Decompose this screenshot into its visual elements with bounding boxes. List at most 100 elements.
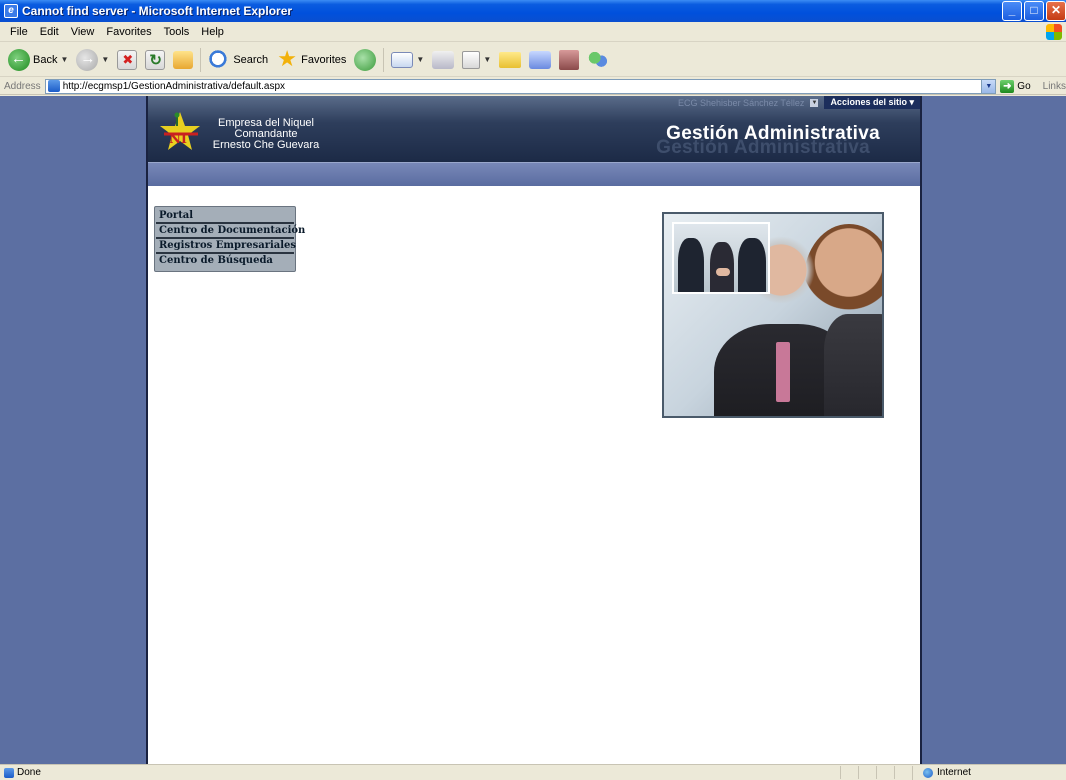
star-logo-icon: NI	[160, 112, 200, 150]
site-title: Gestión Administrativa	[666, 123, 880, 144]
logo-line3: Ernesto Che Guevara	[212, 139, 320, 151]
window-title-bar[interactable]: e Cannot find server - Microsoft Interne…	[0, 0, 1066, 22]
user-dropdown-icon[interactable]: ▼	[810, 98, 819, 107]
site-header: ECG Shehisber Sánchez Téllez ▼ Acciones …	[148, 96, 920, 162]
nav-item-portal[interactable]: Portal	[156, 209, 294, 224]
go-label: Go	[1017, 80, 1031, 92]
inset-person-left	[678, 238, 704, 292]
status-panel	[840, 766, 858, 779]
edit-icon	[462, 50, 481, 69]
home-button[interactable]	[169, 49, 197, 71]
media-button[interactable]	[350, 47, 380, 73]
menu-bar: File Edit View Favorites Tools Help	[0, 22, 1066, 42]
security-zone[interactable]: Internet	[912, 765, 1022, 780]
browser-viewport: ECG Shehisber Sánchez Téllez ▼ Acciones …	[0, 96, 1066, 764]
favorites-star-icon: ★	[277, 45, 298, 71]
menu-tools[interactable]: Tools	[158, 24, 196, 40]
top-nav-band	[148, 162, 920, 186]
menu-edit[interactable]: Edit	[34, 24, 65, 40]
menu-help[interactable]: Help	[195, 24, 230, 40]
edit-button[interactable]: ▼	[458, 49, 495, 71]
back-label: Back	[33, 53, 58, 66]
web-page: ECG Shehisber Sánchez Téllez ▼ Acciones …	[146, 96, 922, 764]
nav-item-centro-documentacion[interactable]: Centro de Documentación	[156, 224, 305, 239]
status-panel	[894, 766, 912, 779]
company-logo: NI Empresa del Niquel Comandante Ernesto…	[154, 108, 319, 154]
go-button[interactable]: ➜ Go	[1000, 79, 1031, 93]
favorites-label: Favorites	[301, 53, 347, 66]
address-dropdown-icon[interactable]: ▼	[981, 79, 996, 93]
messenger-icon	[529, 50, 552, 69]
forward-button[interactable]: ▼	[72, 47, 113, 73]
menu-favorites[interactable]: Favorites	[100, 24, 157, 40]
menu-view[interactable]: View	[65, 24, 101, 40]
mail-button[interactable]: ▼	[387, 50, 428, 70]
contacts-people-icon	[587, 48, 610, 71]
print-icon	[432, 50, 455, 69]
search-label: Search	[233, 53, 269, 66]
close-button[interactable]: ✕	[1046, 1, 1066, 21]
status-panel	[876, 766, 894, 779]
window-controls: _ □ ✕	[1002, 1, 1066, 21]
address-input[interactable]: http://ecgmsp1/GestionAdministrativa/def…	[44, 78, 997, 94]
toolbar-separator	[383, 47, 385, 72]
toolbar-separator	[200, 47, 202, 72]
nav-item-registros-empresariales[interactable]: Registros Empresariales	[156, 239, 296, 254]
nav-item-centro-busqueda[interactable]: Centro de Búsqueda	[156, 254, 294, 269]
links-button[interactable]: Links	[1043, 81, 1066, 92]
user-strip: ECG Shehisber Sánchez Téllez ▼ Acciones …	[678, 96, 920, 109]
media-icon	[354, 48, 377, 71]
contacts-button[interactable]	[583, 47, 613, 73]
research-button[interactable]	[555, 48, 583, 72]
print-button[interactable]	[428, 49, 458, 71]
go-arrow-icon: ➜	[1000, 79, 1015, 93]
maximize-button[interactable]: □	[1024, 1, 1044, 21]
site-actions-label: Acciones del sitio	[830, 97, 907, 107]
windows-logo-icon	[1046, 24, 1062, 40]
stop-button[interactable]	[113, 48, 141, 72]
address-bar: Address http://ecgmsp1/GestionAdministra…	[0, 78, 1066, 95]
toolbar: Back ▼ ▼ Search ★ Favorites ▼ ▼	[0, 43, 1066, 77]
internet-globe-icon	[923, 767, 933, 778]
address-url: http://ecgmsp1/GestionAdministrativa/def…	[62, 80, 286, 92]
photo-suit-right	[824, 314, 882, 416]
svg-text:NI: NI	[169, 132, 187, 147]
minimize-button[interactable]: _	[1002, 1, 1022, 21]
forward-arrow-icon	[76, 48, 99, 71]
research-book-icon	[559, 49, 580, 70]
status-bar: Done Internet	[0, 764, 1066, 780]
zone-label: Internet	[937, 767, 971, 778]
forward-dropdown-icon[interactable]: ▼	[101, 55, 109, 64]
status-panel	[858, 766, 876, 779]
window-title: Cannot find server - Microsoft Internet …	[22, 4, 293, 18]
back-button[interactable]: Back ▼	[4, 47, 72, 73]
done-page-icon	[4, 767, 14, 778]
mail-dropdown-icon[interactable]: ▼	[416, 55, 424, 64]
refresh-icon	[145, 49, 166, 70]
edit-dropdown-icon[interactable]: ▼	[483, 55, 491, 64]
status-text: Done	[17, 767, 41, 778]
stop-icon	[117, 49, 138, 70]
back-arrow-icon	[8, 48, 30, 71]
folder-button[interactable]	[495, 50, 525, 70]
favorites-button[interactable]: ★ Favorites	[272, 47, 350, 73]
messenger-button[interactable]	[525, 49, 555, 71]
user-name[interactable]: ECG Shehisber Sánchez Téllez	[678, 98, 804, 108]
search-button[interactable]: Search	[204, 47, 272, 73]
quick-launch-nav: Portal Centro de Documentación Registros…	[154, 206, 305, 272]
refresh-button[interactable]	[141, 48, 169, 72]
home-icon	[173, 50, 194, 69]
search-icon	[208, 48, 231, 71]
handshake-inset-photo	[672, 222, 770, 294]
folder-icon	[499, 51, 522, 68]
status-left: Done	[0, 767, 840, 778]
back-dropdown-icon[interactable]: ▼	[60, 55, 68, 64]
inset-person-right	[738, 238, 766, 292]
menu-file[interactable]: File	[4, 24, 34, 40]
photo-tie	[776, 342, 790, 402]
logo-text: Empresa del Niquel Comandante Ernesto Ch…	[206, 118, 326, 151]
business-people-photo	[662, 212, 884, 418]
inset-handshake	[716, 268, 730, 276]
address-label: Address	[4, 80, 41, 92]
site-actions-button[interactable]: Acciones del sitio ▾	[824, 96, 920, 109]
